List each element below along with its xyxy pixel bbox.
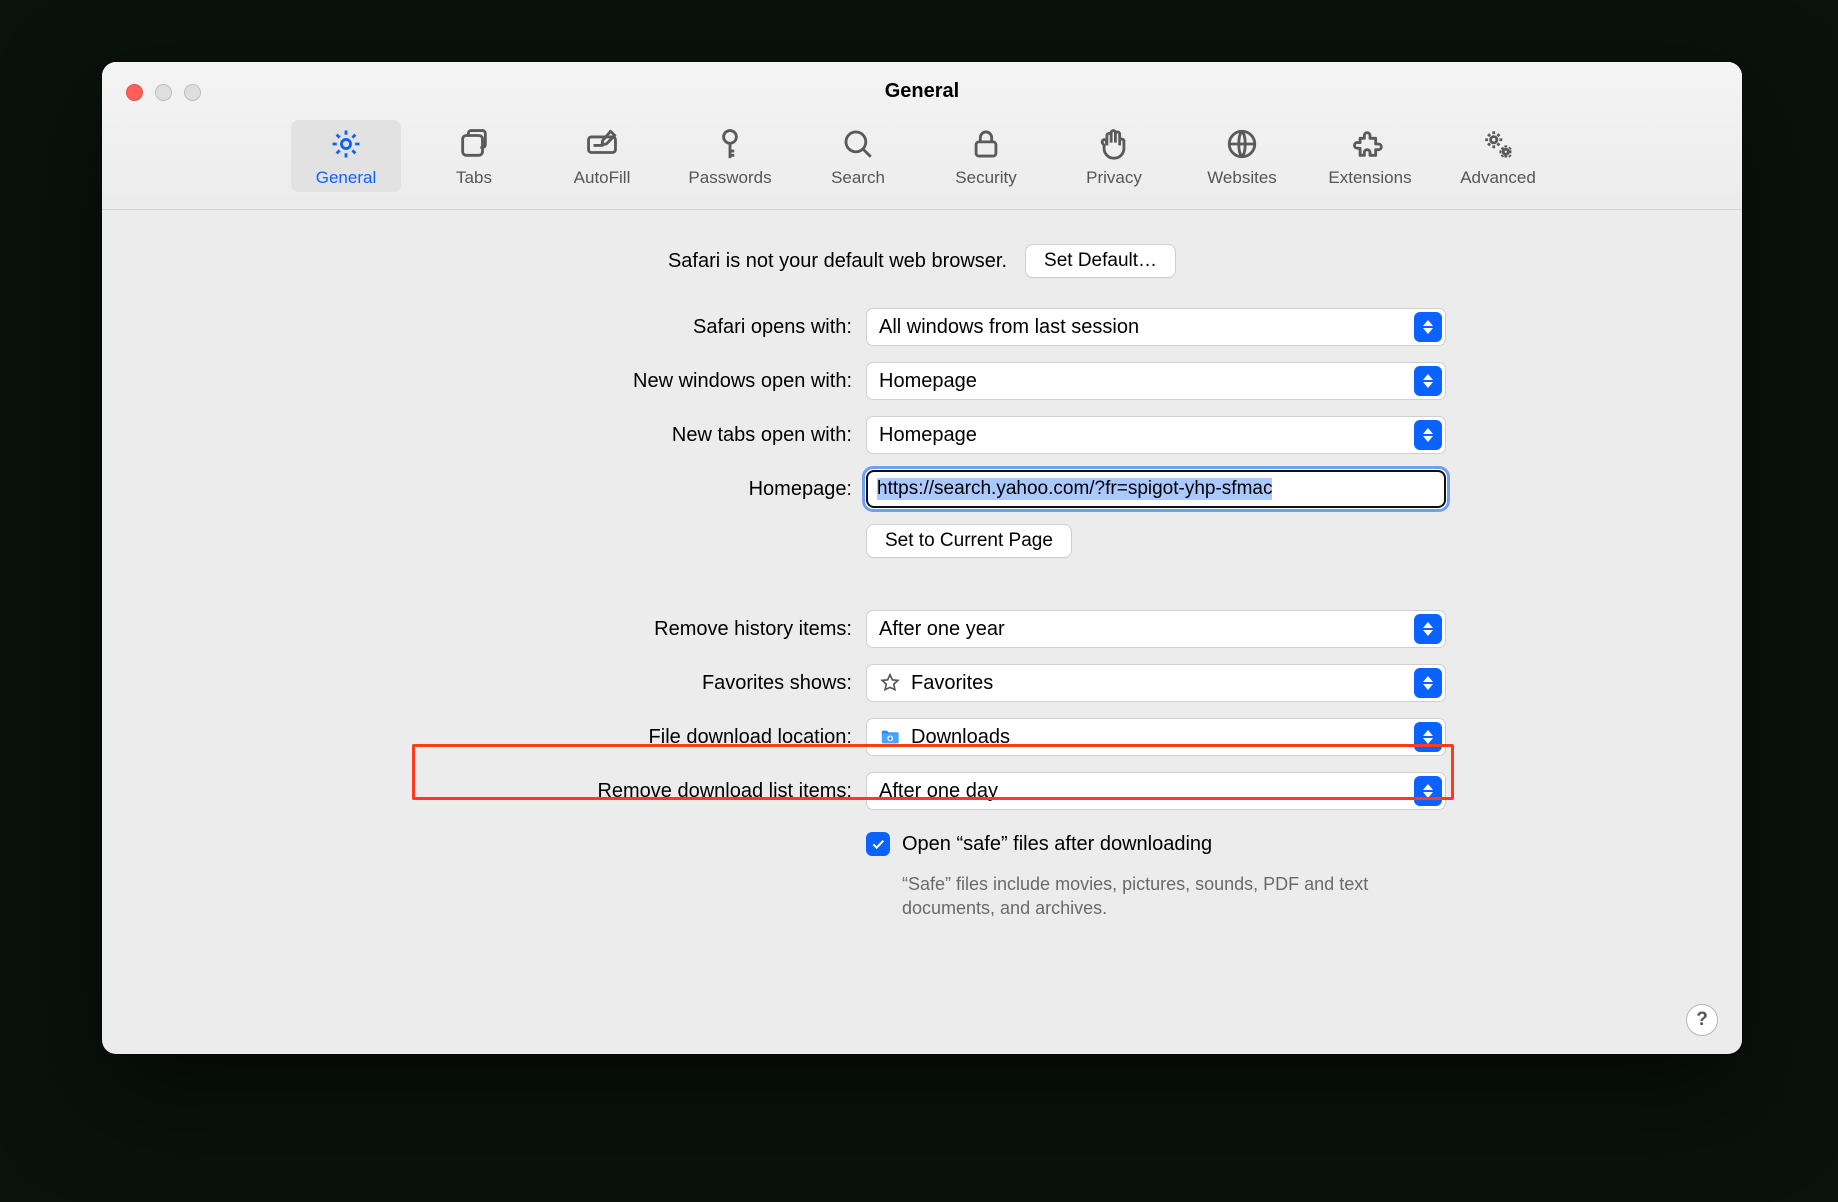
tab-autofill[interactable]: AutoFill — [547, 120, 657, 192]
homepage-field[interactable] — [866, 470, 1446, 508]
tab-extensions[interactable]: Extensions — [1315, 120, 1425, 192]
tab-label: Privacy — [1086, 168, 1142, 188]
open-safe-label: Open “safe” files after downloading — [902, 833, 1212, 856]
globe-icon — [1224, 126, 1260, 162]
autofill-icon — [584, 126, 620, 162]
label-remove-downloads: Remove download list items: — [212, 780, 852, 803]
gear-icon — [328, 126, 364, 162]
tab-label: Passwords — [688, 168, 771, 188]
tab-label: Extensions — [1328, 168, 1411, 188]
tab-passwords[interactable]: Passwords — [675, 120, 785, 192]
select-favorites[interactable]: Favorites — [866, 664, 1446, 702]
chevron-updown-icon — [1414, 614, 1442, 644]
chevron-updown-icon — [1414, 366, 1442, 396]
chevron-updown-icon — [1414, 668, 1442, 698]
tabs-icon — [456, 126, 492, 162]
select-value: Homepage — [879, 424, 1433, 447]
folder-icon — [879, 726, 901, 748]
open-safe-checkbox[interactable] — [866, 832, 890, 856]
content-area: Safari is not your default web browser. … — [102, 210, 1742, 1054]
tab-label: Security — [955, 168, 1016, 188]
safe-files-description: “Safe” files include movies, pictures, s… — [866, 872, 1386, 921]
tab-advanced[interactable]: Advanced — [1443, 120, 1553, 192]
select-remove-downloads[interactable]: After one day — [866, 772, 1446, 810]
select-opens-with[interactable]: All windows from last session — [866, 308, 1446, 346]
titlebar: General General Tabs — [102, 62, 1742, 210]
tab-general[interactable]: General — [291, 120, 401, 192]
tab-label: Websites — [1207, 168, 1277, 188]
lock-icon — [968, 126, 1004, 162]
select-value: Downloads — [911, 726, 1010, 749]
select-download-location[interactable]: Downloads — [866, 718, 1446, 756]
tab-search[interactable]: Search — [803, 120, 913, 192]
select-new-tabs[interactable]: Homepage — [866, 416, 1446, 454]
preferences-window: General General Tabs — [102, 62, 1742, 1054]
label-favorites: Favorites shows: — [212, 672, 852, 695]
select-value: Favorites — [911, 672, 993, 695]
window-title: General — [102, 80, 1742, 103]
select-value: All windows from last session — [879, 316, 1433, 339]
select-value: Homepage — [879, 370, 1433, 393]
select-remove-history[interactable]: After one year — [866, 610, 1446, 648]
select-value: After one day — [879, 780, 1433, 803]
label-homepage: Homepage: — [212, 478, 852, 501]
tab-label: Search — [831, 168, 885, 188]
default-browser-row: Safari is not your default web browser. … — [102, 244, 1742, 278]
select-value: After one year — [879, 618, 1433, 641]
tab-label: General — [316, 168, 376, 188]
tab-label: Advanced — [1460, 168, 1536, 188]
tab-privacy[interactable]: Privacy — [1059, 120, 1169, 192]
set-current-page-button[interactable]: Set to Current Page — [866, 524, 1072, 558]
key-icon — [712, 126, 748, 162]
set-default-button[interactable]: Set Default… — [1025, 244, 1176, 278]
star-icon — [879, 672, 901, 694]
select-new-windows[interactable]: Homepage — [866, 362, 1446, 400]
chevron-updown-icon — [1414, 420, 1442, 450]
tab-websites[interactable]: Websites — [1187, 120, 1297, 192]
search-icon — [840, 126, 876, 162]
label-download-location: File download location: — [212, 726, 852, 749]
toolbar: General Tabs AutoFill — [102, 120, 1742, 206]
hand-icon — [1096, 126, 1132, 162]
label-new-windows: New windows open with: — [212, 370, 852, 393]
help-button[interactable]: ? — [1686, 1004, 1718, 1036]
chevron-updown-icon — [1414, 722, 1442, 752]
label-new-tabs: New tabs open with: — [212, 424, 852, 447]
chevron-updown-icon — [1414, 776, 1442, 806]
tab-label: AutoFill — [574, 168, 631, 188]
tab-label: Tabs — [456, 168, 492, 188]
chevron-updown-icon — [1414, 312, 1442, 342]
label-opens-with: Safari opens with: — [212, 316, 852, 339]
label-remove-history: Remove history items: — [212, 618, 852, 641]
puzzle-icon — [1352, 126, 1388, 162]
tab-tabs[interactable]: Tabs — [419, 120, 529, 192]
gears-icon — [1480, 126, 1516, 162]
tab-security[interactable]: Security — [931, 120, 1041, 192]
default-browser-text: Safari is not your default web browser. — [668, 250, 1007, 273]
